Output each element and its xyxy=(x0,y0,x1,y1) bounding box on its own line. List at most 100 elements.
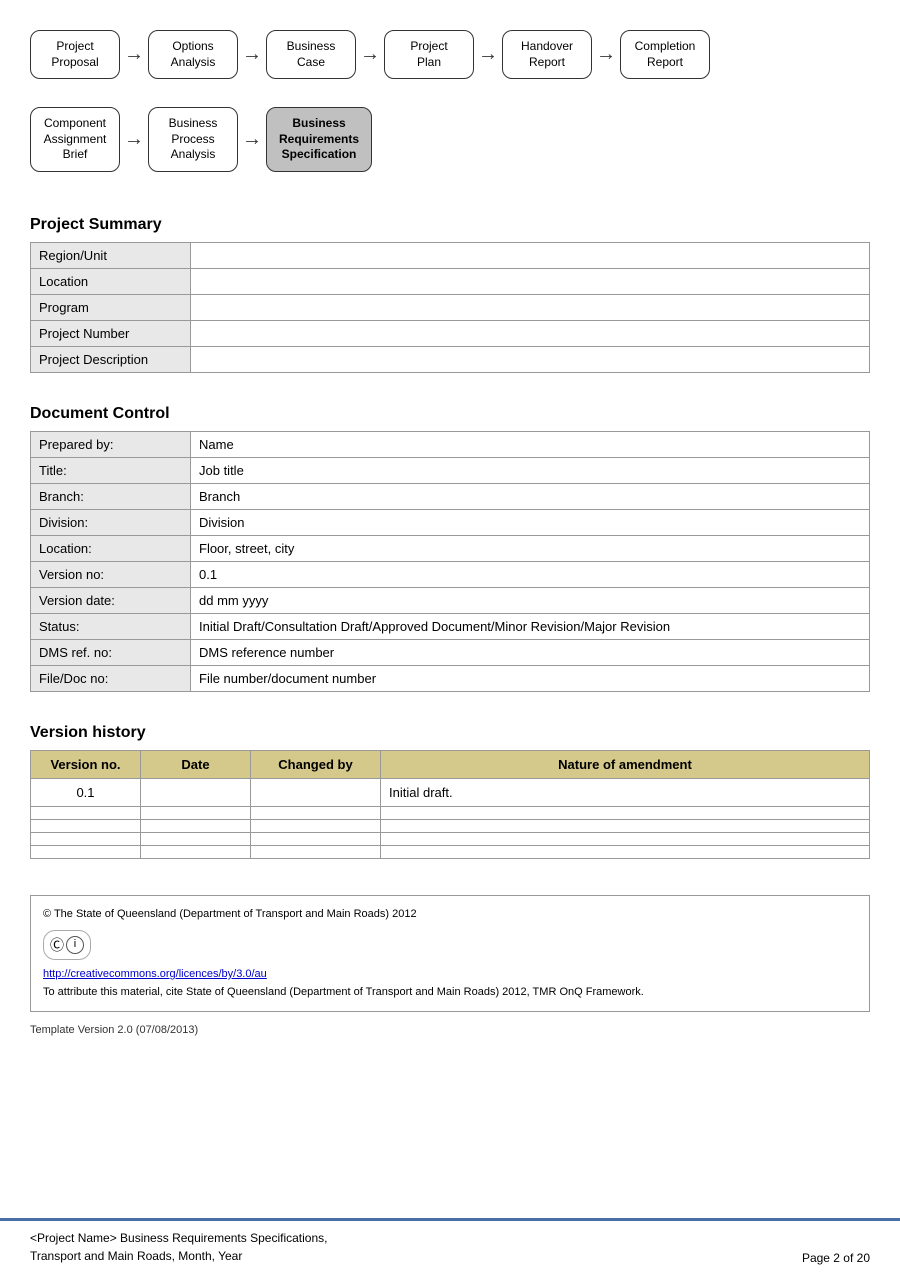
dc-value-7: Initial Draft/Consultation Draft/Approve… xyxy=(191,613,870,639)
flow-node-handover-report: HandoverReport xyxy=(502,30,592,79)
document-control-row: DMS ref. no:DMS reference number xyxy=(31,639,870,665)
version-history-row xyxy=(31,819,870,832)
doc-title: <Project Name> Business Requirements Spe… xyxy=(30,1229,327,1265)
ps-label-4: Project Description xyxy=(31,346,191,372)
version-history-row xyxy=(31,845,870,858)
document-control-row: Status:Initial Draft/Consultation Draft/… xyxy=(31,613,870,639)
flow-node-completion-report: CompletionReport xyxy=(620,30,710,79)
attribution-text: To attribute this material, cite State o… xyxy=(43,984,857,1002)
th-date: Date xyxy=(141,750,251,778)
project-summary-row: Program xyxy=(31,294,870,320)
dc-label-0: Prepared by: xyxy=(31,431,191,457)
dc-value-9: File number/document number xyxy=(191,665,870,691)
document-control-row: Version date:dd mm yyyy xyxy=(31,587,870,613)
flow-node-business-case: BusinessCase xyxy=(266,30,356,79)
ps-value-3 xyxy=(191,320,870,346)
vh-nature-1 xyxy=(381,806,870,819)
ps-value-0 xyxy=(191,242,870,268)
flow-row-2-section: ComponentAssignmentBrief BusinessProcess… xyxy=(0,97,900,200)
project-summary-header: Project Summary xyxy=(0,200,900,242)
version-history-row xyxy=(31,806,870,819)
vh-nature-2 xyxy=(381,819,870,832)
document-control-row: Branch:Branch xyxy=(31,483,870,509)
document-control-row: Title:Job title xyxy=(31,457,870,483)
dc-label-5: Version no: xyxy=(31,561,191,587)
arrow-3 xyxy=(360,43,380,66)
doc-title-line1: <Project Name> Business Requirements Spe… xyxy=(30,1229,327,1247)
vh-version-4 xyxy=(31,845,141,858)
version-history-header: Version history xyxy=(0,708,900,750)
page-bottom: <Project Name> Business Requirements Spe… xyxy=(0,1218,900,1273)
arrow-7 xyxy=(242,128,262,151)
project-summary-table: Region/UnitLocationProgramProject Number… xyxy=(30,242,870,373)
ps-label-3: Project Number xyxy=(31,320,191,346)
arrow-2 xyxy=(242,43,262,66)
ps-label-2: Program xyxy=(31,294,191,320)
dc-value-3: Division xyxy=(191,509,870,535)
document-control-row: Version no:0.1 xyxy=(31,561,870,587)
vh-changed-4 xyxy=(251,845,381,858)
dc-value-4: Floor, street, city xyxy=(191,535,870,561)
dc-value-2: Branch xyxy=(191,483,870,509)
vh-version-0: 0.1 xyxy=(31,778,141,806)
vh-changed-3 xyxy=(251,832,381,845)
dc-label-9: File/Doc no: xyxy=(31,665,191,691)
flow-node-project-proposal: ProjectProposal xyxy=(30,30,120,79)
page-number: Page 2 of 20 xyxy=(802,1251,870,1265)
vh-date-0 xyxy=(141,778,251,806)
page: ProjectProposal OptionsAnalysis Business… xyxy=(0,0,900,1273)
arrow-1 xyxy=(124,43,144,66)
footer-box: © The State of Queensland (Department of… xyxy=(30,895,870,1012)
vh-date-1 xyxy=(141,806,251,819)
dc-label-8: DMS ref. no: xyxy=(31,639,191,665)
dc-value-8: DMS reference number xyxy=(191,639,870,665)
dc-value-5: 0.1 xyxy=(191,561,870,587)
copyright-text: © The State of Queensland (Department of… xyxy=(43,906,857,924)
ps-label-1: Location xyxy=(31,268,191,294)
th-version: Version no. xyxy=(31,750,141,778)
vh-changed-0 xyxy=(251,778,381,806)
dc-label-3: Division: xyxy=(31,509,191,535)
cc-link[interactable]: http://creativecommons.org/licences/by/3… xyxy=(43,966,857,984)
flow-node-business-req: BusinessRequirementsSpecification xyxy=(266,107,372,172)
dc-label-7: Status: xyxy=(31,613,191,639)
ps-value-4 xyxy=(191,346,870,372)
arrow-5 xyxy=(596,43,616,66)
arrow-4 xyxy=(478,43,498,66)
version-history-table: Version no. Date Changed by Nature of am… xyxy=(30,750,870,859)
ps-label-0: Region/Unit xyxy=(31,242,191,268)
dc-value-6: dd mm yyyy xyxy=(191,587,870,613)
vh-nature-4 xyxy=(381,845,870,858)
flow-row-2: ComponentAssignmentBrief BusinessProcess… xyxy=(30,107,870,172)
vh-changed-1 xyxy=(251,806,381,819)
vh-nature-3 xyxy=(381,832,870,845)
flow-node-options-analysis: OptionsAnalysis xyxy=(148,30,238,79)
version-history-row: 0.1 Initial draft. xyxy=(31,778,870,806)
flow-node-business-process: BusinessProcessAnalysis xyxy=(148,107,238,172)
project-summary-row: Location xyxy=(31,268,870,294)
project-summary-row: Region/Unit xyxy=(31,242,870,268)
ps-value-2 xyxy=(191,294,870,320)
project-summary-row: Project Description xyxy=(31,346,870,372)
vh-date-4 xyxy=(141,845,251,858)
dc-label-4: Location: xyxy=(31,535,191,561)
th-changed: Changed by xyxy=(251,750,381,778)
dc-label-2: Branch: xyxy=(31,483,191,509)
ps-value-1 xyxy=(191,268,870,294)
template-version: Template Version 2.0 (07/08/2013) xyxy=(0,1020,900,1040)
vh-version-3 xyxy=(31,832,141,845)
flow-row-1-section: ProjectProposal OptionsAnalysis Business… xyxy=(0,0,900,97)
dc-label-1: Title: xyxy=(31,457,191,483)
project-summary-row: Project Number xyxy=(31,320,870,346)
dc-value-1: Job title xyxy=(191,457,870,483)
document-control-header: Document Control xyxy=(0,389,900,431)
cc-icon: Ⓒ i xyxy=(43,930,91,960)
doc-title-line2: Transport and Main Roads, Month, Year xyxy=(30,1247,327,1265)
document-control-row: Prepared by:Name xyxy=(31,431,870,457)
document-control-table: Prepared by:NameTitle:Job titleBranch:Br… xyxy=(30,431,870,692)
vh-nature-0: Initial draft. xyxy=(381,778,870,806)
flow-node-component-assignment: ComponentAssignmentBrief xyxy=(30,107,120,172)
vh-version-1 xyxy=(31,806,141,819)
version-history-row xyxy=(31,832,870,845)
vh-date-3 xyxy=(141,832,251,845)
